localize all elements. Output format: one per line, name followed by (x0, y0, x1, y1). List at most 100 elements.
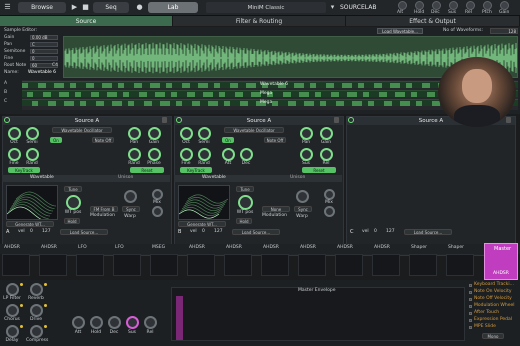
record-icon[interactable]: ● (135, 3, 144, 12)
knob[interactable] (8, 148, 21, 161)
master-envelope[interactable]: Master Envelope (171, 287, 465, 341)
mod-tile[interactable] (2, 254, 30, 276)
num-waveforms-value[interactable]: 128 (490, 28, 518, 34)
vel-low[interactable]: 0 (374, 229, 377, 235)
warp-mode-select[interactable]: None (262, 206, 290, 212)
control-checkbox[interactable] (469, 305, 472, 308)
keytrack-toggle[interactable]: KeyTrack (180, 167, 212, 173)
wavetable-thumbnail[interactable] (178, 185, 230, 220)
power-icon[interactable] (176, 117, 182, 123)
tab-wavetable[interactable]: Wavetable (202, 175, 226, 181)
load-source-button[interactable]: Load Source... (232, 229, 280, 235)
control-checkbox[interactable] (469, 326, 472, 329)
knob[interactable] (320, 127, 333, 140)
wt-pos-knob[interactable] (66, 195, 81, 210)
on-toggle[interactable]: On (222, 137, 234, 143)
control-item[interactable]: After Touch (468, 310, 520, 317)
knob[interactable] (300, 148, 313, 161)
envelope-knob[interactable] (144, 316, 157, 329)
control-checkbox[interactable] (469, 312, 472, 315)
knob[interactable] (240, 148, 253, 161)
power-icon[interactable] (4, 117, 10, 123)
knob[interactable] (222, 148, 235, 161)
wavetable-thumbnail[interactable] (6, 185, 58, 220)
mod-tile[interactable] (150, 254, 178, 276)
master-modulator[interactable]: Master AHDSR (484, 243, 518, 280)
control-item[interactable]: MPE Slide (468, 324, 520, 331)
hamburger-menu-icon[interactable]: ☰ (3, 3, 12, 12)
envelope-knob[interactable] (72, 316, 85, 329)
mod-tile[interactable] (409, 254, 437, 276)
envelope-knob[interactable] (90, 316, 103, 329)
reset-button[interactable]: Reset (302, 167, 336, 173)
mod-tile[interactable] (372, 254, 400, 276)
knob[interactable] (26, 127, 39, 140)
mod-tile[interactable] (335, 254, 363, 276)
knob[interactable] (320, 148, 333, 161)
on-toggle[interactable]: On (50, 137, 62, 143)
load-source-button[interactable]: Load Source... (60, 229, 108, 235)
control-item[interactable]: Note Off Velocity (468, 296, 520, 303)
top-knob[interactable] (500, 1, 509, 10)
knob[interactable] (300, 127, 313, 140)
vel-low[interactable]: 0 (30, 229, 33, 235)
oscillator-type-select[interactable]: Wavetable Oscillator (224, 127, 284, 133)
knob[interactable] (148, 148, 161, 161)
mod-tile[interactable] (261, 254, 289, 276)
mod-tab[interactable]: Shaper (411, 244, 427, 252)
vel-low[interactable]: 0 (202, 229, 205, 235)
lock-icon[interactable] (162, 117, 167, 123)
control-item[interactable]: Expression Pedal (468, 317, 520, 324)
mod-tile[interactable] (187, 254, 215, 276)
lab-button[interactable]: Lab (148, 2, 198, 13)
warp-knob[interactable] (296, 190, 309, 203)
envelope-knob[interactable] (126, 316, 139, 329)
effect-knob[interactable] (30, 283, 43, 296)
mode2-select[interactable]: Hold (236, 218, 252, 224)
tab-effect-output[interactable]: Effect & Output (346, 16, 520, 26)
mod-tab[interactable]: MSEG (152, 244, 165, 252)
mod-tile[interactable] (76, 254, 104, 276)
field-value[interactable]: 0 (30, 49, 58, 54)
control-item[interactable]: Note On Velocity (468, 289, 520, 296)
load-source-button[interactable]: Load Source... (404, 229, 452, 235)
knob[interactable] (198, 148, 211, 161)
knob[interactable] (128, 127, 141, 140)
reset-button[interactable]: Reset (130, 167, 164, 173)
modulation-select[interactable]: Sync (294, 206, 312, 212)
lock-icon[interactable] (506, 117, 511, 123)
tab-wavetable[interactable]: Wavetable (30, 175, 54, 181)
control-item[interactable]: Keyboard Tracki... (468, 282, 520, 289)
mod-tab[interactable]: AHDSR (337, 244, 353, 252)
tab-filter-routing[interactable]: Filter & Routing (173, 16, 346, 26)
warp-mode-select[interactable]: FM From B (90, 206, 118, 212)
browse-button[interactable]: Browse (18, 2, 66, 13)
oscillator-type-select[interactable]: Wavetable Oscillator (52, 127, 112, 133)
mode2-select[interactable]: Hold (64, 218, 80, 224)
mode-select[interactable]: Note Off (92, 137, 114, 143)
mode-select[interactable]: Note Off (264, 137, 286, 143)
mod-tab[interactable]: AHDSR (41, 244, 57, 252)
envelope-knob[interactable] (108, 316, 121, 329)
mix-knob-2[interactable] (152, 206, 163, 217)
mod-tab[interactable]: AHDSR (189, 244, 205, 252)
play-icon[interactable]: ▶ (70, 3, 79, 12)
top-knob[interactable] (432, 1, 441, 10)
knob[interactable] (180, 148, 193, 161)
vel-high[interactable]: 127 (386, 229, 395, 235)
mod-tab[interactable]: LFO (115, 244, 124, 252)
mix-knob[interactable] (152, 189, 163, 200)
vel-high[interactable]: 127 (42, 229, 51, 235)
generate-wt-button[interactable]: Generate WT... (178, 221, 226, 227)
stop-icon[interactable]: ■ (81, 3, 90, 12)
top-knob[interactable] (415, 1, 424, 10)
mix-knob-2[interactable] (324, 206, 335, 217)
mod-tab[interactable]: AHDSR (263, 244, 279, 252)
effect-knob[interactable] (6, 325, 19, 338)
knob[interactable] (198, 127, 211, 140)
mix-knob[interactable] (324, 189, 335, 200)
mod-tab[interactable]: AHDSR (4, 244, 20, 252)
mod-tab[interactable]: AHDSR (300, 244, 316, 252)
tab-unison[interactable]: Unison (118, 175, 133, 181)
power-icon[interactable] (348, 117, 354, 123)
